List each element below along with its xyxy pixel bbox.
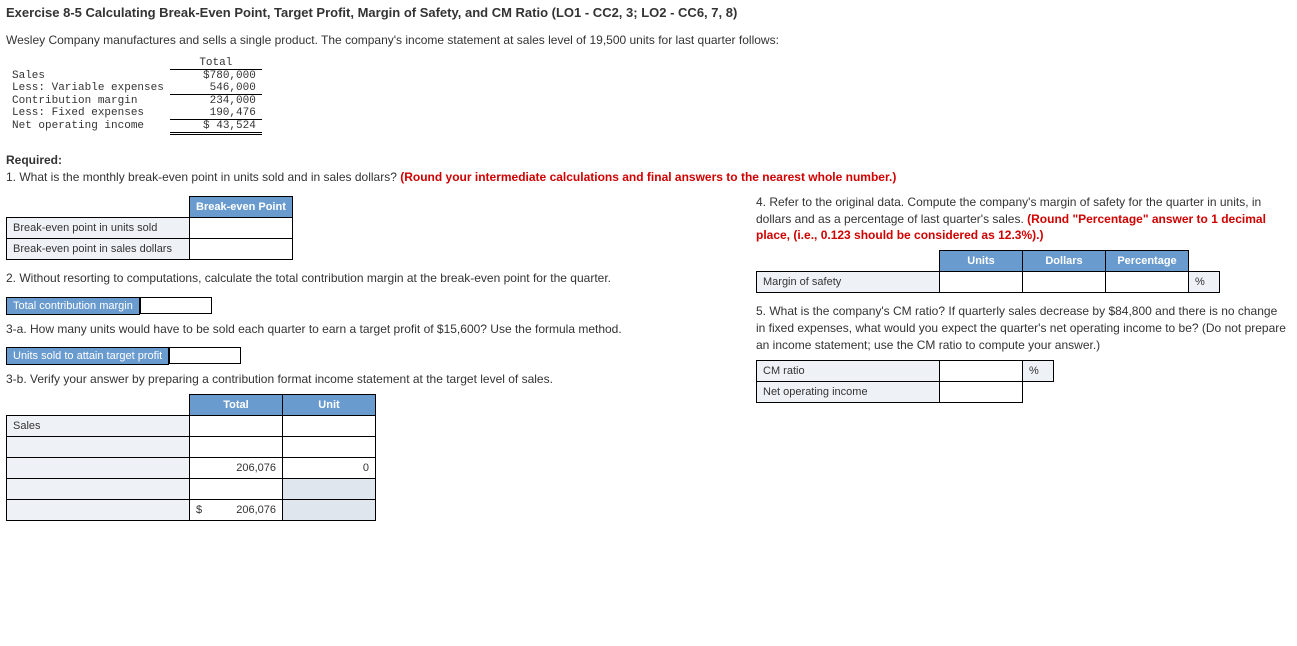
q1-header: Break-even Point [190, 196, 293, 217]
q1-row-label: Break-even point in sales dollars [7, 238, 190, 259]
q4-pct-unit: % [1189, 272, 1220, 293]
q3b-cell[interactable] [190, 416, 283, 437]
income-row-value: 234,000 [170, 94, 262, 107]
q4-units-input[interactable] [940, 272, 1023, 293]
q1-answer-table: Break-even Point Break-even point in uni… [6, 196, 293, 260]
income-row-label: Sales [6, 69, 170, 82]
q4-pct-input[interactable] [1106, 272, 1189, 293]
income-header: Total [170, 57, 262, 70]
required-label: Required: [6, 153, 1291, 167]
q1-units-input[interactable] [190, 217, 293, 238]
q3b-cell[interactable] [283, 437, 376, 458]
q5-table: CM ratio % Net operating income [756, 360, 1054, 403]
q3b-row-label[interactable] [7, 479, 190, 500]
q3b-cell [283, 479, 376, 500]
q1-instruction: (Round your intermediate calculations an… [400, 170, 896, 184]
q3b-cell[interactable] [190, 437, 283, 458]
q1-text: 1. What is the monthly break-even point … [6, 169, 1291, 186]
income-row-value: $ 43,524 [170, 119, 262, 133]
q5-row-label: CM ratio [757, 360, 940, 381]
q3b-row-label[interactable] [7, 437, 190, 458]
q3b-text: 3-b. Verify your answer by preparing a c… [6, 371, 726, 388]
q5-row-label: Net operating income [757, 381, 940, 402]
q3b-row-label[interactable] [7, 458, 190, 479]
q4-row-label: Margin of safety [757, 272, 940, 293]
q3b-cell: 0 [283, 458, 376, 479]
q3a-label: Units sold to attain target profit [6, 347, 169, 365]
q3b-cell: 206,076 [190, 458, 283, 479]
q1-prompt: 1. What is the monthly break-even point … [6, 170, 400, 184]
q3a-text: 3-a. How many units would have to be sol… [6, 321, 726, 338]
q3a-input[interactable] [169, 347, 241, 364]
q3b-cell[interactable] [190, 479, 283, 500]
q3b-row-label[interactable] [7, 500, 190, 521]
q5-text: 5. What is the company's CM ratio? If qu… [756, 303, 1286, 353]
q4-text: 4. Refer to the original data. Compute t… [756, 194, 1286, 244]
q1-row-label: Break-even point in units sold [7, 217, 190, 238]
q4-table: Units Dollars Percentage Margin of safet… [756, 250, 1220, 293]
income-row-value: 546,000 [170, 82, 262, 95]
income-row-label: Net operating income [6, 119, 170, 133]
q4-header-dollars: Dollars [1023, 251, 1106, 272]
q3b-cell: $206,076 [190, 500, 283, 521]
q3b-header-unit: Unit [283, 395, 376, 416]
income-statement-table: Total Sales$780,000 Less: Variable expen… [6, 57, 262, 135]
income-row-label: Contribution margin [6, 94, 170, 107]
income-row-value: $780,000 [170, 69, 262, 82]
q5-pct-unit: % [1023, 360, 1054, 381]
q2-text: 2. Without resorting to computations, ca… [6, 270, 726, 287]
income-row-value: 190,476 [170, 107, 262, 120]
exercise-intro: Wesley Company manufactures and sells a … [6, 32, 1291, 49]
exercise-title: Exercise 8-5 Calculating Break-Even Poin… [6, 4, 1291, 22]
q5-cmratio-input[interactable] [940, 360, 1023, 381]
q3b-table: Total Unit Sales 206,0760 $206,076 [6, 394, 376, 521]
q1-dollars-input[interactable] [190, 238, 293, 259]
q4-header-pct: Percentage [1106, 251, 1189, 272]
q4-dollars-input[interactable] [1023, 272, 1106, 293]
income-row-label: Less: Fixed expenses [6, 107, 170, 120]
q3b-cell [283, 500, 376, 521]
income-row-label: Less: Variable expenses [6, 82, 170, 95]
q4-header-units: Units [940, 251, 1023, 272]
q2-input[interactable] [140, 297, 212, 314]
q3b-row-label[interactable]: Sales [7, 416, 190, 437]
q2-label: Total contribution margin [6, 297, 140, 315]
q3b-cell[interactable] [283, 416, 376, 437]
q5-noi-input[interactable] [940, 381, 1023, 402]
q3b-header-total: Total [190, 395, 283, 416]
